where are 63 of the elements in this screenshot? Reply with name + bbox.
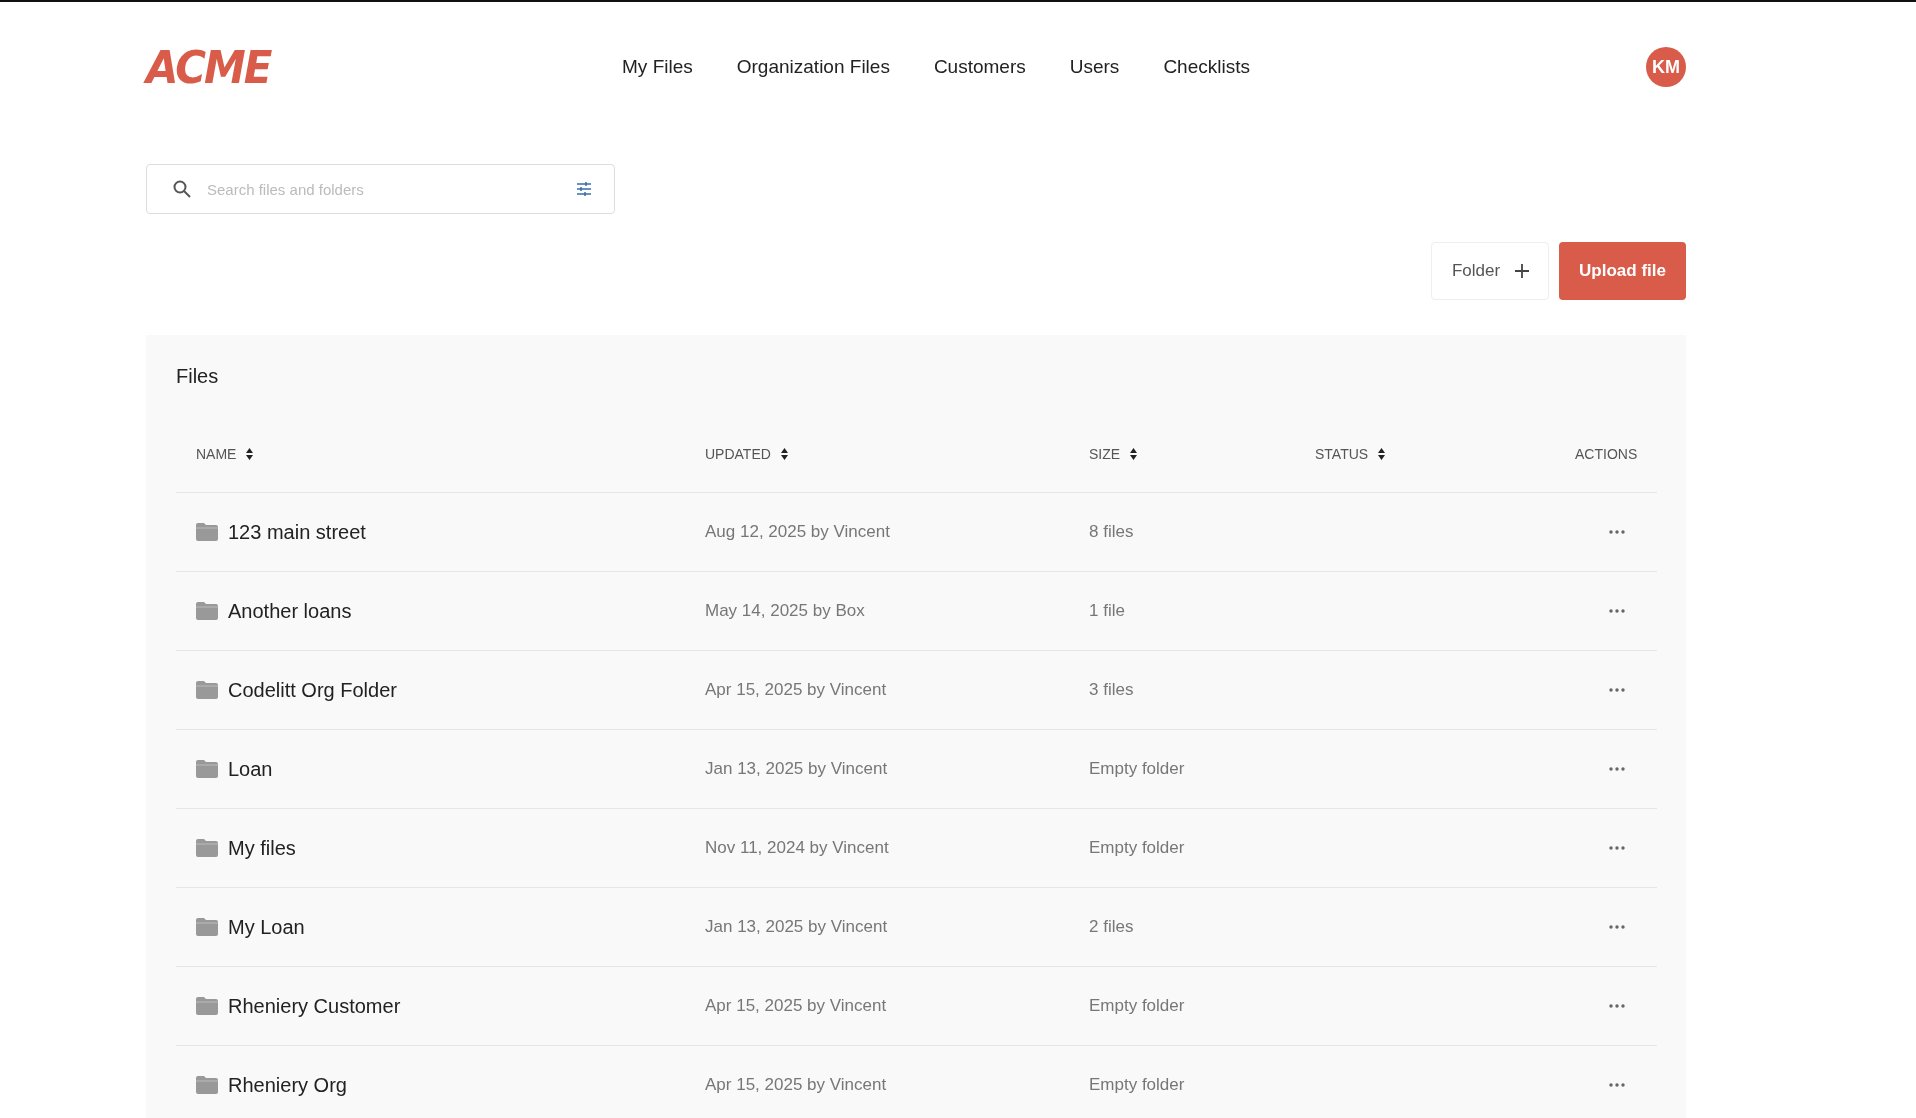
user-avatar[interactable]: KM	[1646, 47, 1686, 87]
sort-icon[interactable]	[780, 448, 788, 460]
folder-name[interactable]: Codelitt Org Folder	[228, 678, 397, 702]
search-field[interactable]: Search files and folders	[146, 164, 615, 214]
size-cell: Empty folder	[1089, 759, 1185, 779]
more-icon	[1609, 688, 1626, 692]
updated-cell: May 14, 2025 by Box	[705, 601, 865, 621]
column-header[interactable]: NAME	[196, 446, 237, 462]
folder-icon	[196, 1076, 218, 1094]
more-icon	[1609, 530, 1626, 534]
sort-icon[interactable]	[1130, 448, 1138, 460]
nav-link[interactable]: Organization Files	[736, 56, 890, 78]
column-header[interactable]: SIZE	[1089, 446, 1121, 462]
more-icon	[1609, 846, 1626, 850]
column-header[interactable]: UPDATED	[705, 446, 771, 462]
more-icon	[1609, 1004, 1626, 1008]
updated-cell: Nov 11, 2024 by Vincent	[705, 838, 889, 858]
size-cell: 8 files	[1089, 522, 1134, 542]
size-cell: Empty folder	[1089, 838, 1185, 858]
size-cell: 1 file	[1089, 601, 1125, 621]
nav-link[interactable]: Checklists	[1163, 56, 1250, 78]
sort-icon[interactable]	[246, 448, 254, 460]
column-header[interactable]: STATUS	[1315, 446, 1369, 462]
updated-cell: Aug 12, 2025 by Vincent	[705, 522, 890, 542]
nav-link[interactable]: Users	[1069, 56, 1120, 78]
search-input[interactable]: Search files and folders	[205, 179, 562, 199]
size-cell: Empty folder	[1089, 1075, 1185, 1095]
folder-icon	[196, 997, 218, 1015]
updated-cell: Apr 15, 2025 by Vincent	[705, 996, 887, 1016]
new-folder-button[interactable]: Folder	[1430, 242, 1550, 300]
sort-icon[interactable]	[1378, 448, 1386, 460]
more-icon	[1609, 1083, 1626, 1087]
upload-file-button[interactable]: Upload file	[1559, 242, 1686, 300]
column-header: ACTIONS	[1575, 446, 1638, 462]
folder-name[interactable]: My Loan	[228, 915, 305, 939]
folder-icon	[196, 602, 218, 620]
nav-link[interactable]: Customers	[933, 56, 1026, 78]
plus-icon	[1514, 263, 1531, 279]
size-cell: 2 files	[1089, 917, 1134, 937]
more-icon	[1609, 767, 1626, 771]
folder-name[interactable]: 123 main street	[228, 520, 366, 544]
folder-icon	[196, 681, 218, 699]
folder-name[interactable]: Another loans	[228, 599, 352, 623]
more-icon	[1609, 925, 1626, 929]
more-icon	[1609, 609, 1626, 613]
updated-cell: Apr 15, 2025 by Vincent	[705, 1075, 887, 1095]
folder-name[interactable]: My files	[228, 836, 296, 860]
folder-icon	[196, 839, 218, 857]
folder-icon	[196, 760, 218, 778]
search-icon	[173, 180, 191, 198]
size-cell: 3 files	[1089, 680, 1134, 700]
size-cell: Empty folder	[1089, 996, 1185, 1016]
updated-cell: Jan 13, 2025 by Vincent	[705, 759, 888, 779]
nav-link[interactable]: My Files	[622, 56, 693, 78]
panel-title: Files	[176, 365, 220, 388]
updated-cell: Jan 13, 2025 by Vincent	[705, 917, 888, 937]
folder-name[interactable]: Rheniery Org	[228, 1073, 347, 1097]
folder-icon	[196, 918, 218, 936]
updated-cell: Apr 15, 2025 by Vincent	[705, 680, 887, 700]
folder-name[interactable]: Loan	[228, 757, 273, 781]
filter-sliders-icon[interactable]	[576, 181, 592, 197]
folder-name[interactable]: Rheniery Customer	[228, 994, 401, 1018]
folder-icon	[196, 523, 218, 541]
